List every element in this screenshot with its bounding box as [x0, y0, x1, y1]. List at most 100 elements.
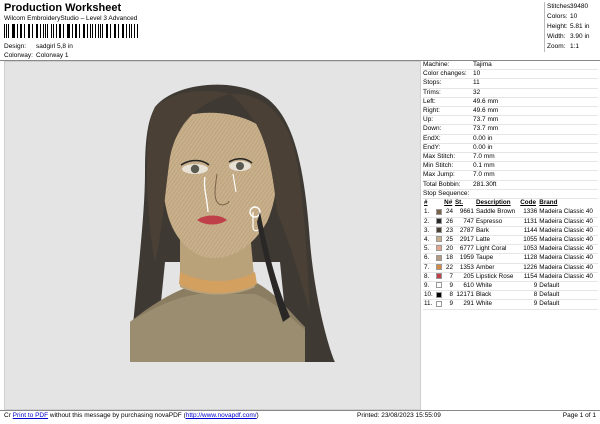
color-swatch: [435, 227, 442, 234]
barcode-bar: [98, 24, 99, 38]
needle-number: 9: [443, 299, 454, 310]
table-row: 8. 7 205 Lipstick Rose 1154 Madeira Classic 4…: [423, 272, 598, 282]
needle-number: 24: [443, 208, 454, 218]
thread-code: 1226: [519, 263, 539, 273]
info-label: Max Jump:: [423, 171, 455, 179]
thread-code: 1144: [519, 226, 539, 236]
summary-row: Width: 3.90 in: [547, 32, 598, 42]
barcode-bar: [63, 24, 65, 38]
row-index: 7.: [423, 263, 435, 273]
summary-label: Zoom:: [547, 43, 566, 50]
barcode-bar: [123, 24, 124, 38]
info-label: Right:: [423, 107, 440, 115]
table-row: 7. 22 1353 Amber 1226 Madeira Classic 40: [423, 263, 598, 273]
info-value: 0.00 in: [473, 134, 493, 142]
color-swatch: [435, 217, 442, 224]
design-label: Design:: [4, 43, 27, 50]
novapdf-url-link[interactable]: http://www.novapdf.com/: [186, 412, 257, 419]
thread-code: 1128: [519, 253, 539, 264]
row-index: 5.: [423, 244, 435, 255]
thread-description: White: [474, 299, 520, 310]
thread-code: 1131: [519, 217, 539, 227]
info-value: 0.1 mm: [473, 162, 495, 170]
color-swatch-cell: [434, 208, 444, 218]
stitch-count: 1353: [453, 263, 475, 273]
machine-info-row: Total Bobbin: 281.30ft: [423, 181, 598, 190]
thread-code: 8: [519, 290, 539, 301]
info-value: Tajima: [473, 61, 492, 68]
table-row: 10. 8 12171 Black 8 Default: [423, 290, 598, 301]
barcode-bar: [68, 24, 70, 38]
thread-brand: Default: [538, 281, 598, 292]
info-value: 73.7 mm: [473, 116, 499, 124]
colorway-row: Colorway: Colorway 1: [4, 51, 73, 60]
barcode-bar: [47, 24, 49, 38]
row-index: 1.: [423, 208, 435, 218]
barcode-bar: [13, 24, 15, 38]
machine-info-row: Min Stitch: 0.1 mm: [423, 162, 598, 172]
needle-number: 7: [443, 272, 454, 282]
color-swatch: [435, 263, 442, 270]
info-value: 7.0 mm: [473, 153, 495, 161]
row-index: 8.: [423, 272, 435, 282]
summary-value: 5.81 in: [570, 23, 590, 30]
barcode-bar: [137, 24, 138, 38]
barcode-bar: [90, 24, 92, 38]
thread-code: 1154: [519, 272, 539, 282]
stitch-count: 2787: [453, 226, 475, 236]
stitch-count: 291: [453, 299, 475, 310]
row-index: 6.: [423, 253, 435, 264]
footer-suffix: ): [256, 412, 259, 419]
col-brand: Brand: [539, 199, 558, 207]
footer-middle-text: without this message by purchasing novaP…: [48, 412, 186, 419]
machine-info-panel: Machine: Tajima Color changes: 10 Stops: 11 Tr…: [423, 61, 598, 310]
design-value: sadgirl 5,8 in: [36, 43, 73, 50]
embroidery-portrait-image: [130, 84, 335, 362]
footer-prefix: Cr: [4, 412, 11, 419]
nova-pdf-notice: Cr Print to PDF without this message by …: [4, 412, 259, 419]
summary-row: Colors: 10: [547, 12, 598, 22]
thread-brand: Default: [538, 290, 598, 301]
print-to-pdf-link[interactable]: Print to PDF: [13, 412, 48, 419]
thread-brand: Madeira Classic 40: [538, 217, 598, 227]
summary-panel: Stitches: 39480 Colors: 10 Height: 5.81 in …: [544, 2, 598, 52]
row-index: 11.: [423, 299, 435, 310]
info-label: Color changes:: [423, 70, 467, 78]
color-swatch: [435, 291, 442, 298]
stop-table-header: # N# St. Description Code Brand: [423, 199, 598, 208]
table-row: 2. 26 747 Espresso 1131 Madeira Classic 40: [423, 217, 598, 227]
machine-info-row: Right: 49.6 mm: [423, 107, 598, 117]
thread-description: Bark: [474, 226, 520, 236]
color-swatch: [435, 245, 442, 252]
machine-info-row: Left: 49.6 mm: [423, 98, 598, 108]
thread-brand: Madeira Classic 40: [538, 253, 598, 264]
barcode-bar: [129, 24, 131, 38]
summary-row: Zoom: 1:1: [547, 42, 598, 52]
summary-label: Colors:: [547, 13, 568, 20]
row-index: 4.: [423, 235, 435, 246]
machine-info-row: Up: 73.7 mm: [423, 116, 598, 126]
barcode-bar: [39, 24, 41, 38]
thread-brand: Madeira Classic 40: [538, 235, 598, 246]
barcode-bar: [83, 24, 85, 38]
info-label: Stops:: [423, 79, 442, 87]
info-label: Max Stitch:: [423, 153, 456, 161]
footer-divider: [0, 410, 600, 411]
thread-description: Latte: [474, 235, 520, 246]
info-value: 281.30ft: [473, 180, 497, 188]
thread-code: 1336: [519, 208, 539, 218]
thread-brand: Madeira Classic 40: [538, 208, 598, 218]
summary-label: Stitches:: [547, 3, 572, 10]
color-swatch: [435, 236, 442, 243]
summary-label: Height:: [547, 23, 568, 30]
stitch-count: 205: [453, 272, 475, 282]
machine-info-row: Max Stitch: 7.0 mm: [423, 153, 598, 163]
needle-number: 22: [443, 263, 454, 273]
needle-number: 18: [443, 253, 454, 264]
barcode-bar: [76, 24, 78, 38]
color-swatch-cell: [434, 299, 444, 310]
summary-value: 1:1: [570, 43, 580, 50]
info-value: 7.0 mm: [473, 171, 495, 179]
info-label: Trims:: [423, 88, 441, 96]
machine-info-row: Stops: 11: [423, 79, 598, 89]
